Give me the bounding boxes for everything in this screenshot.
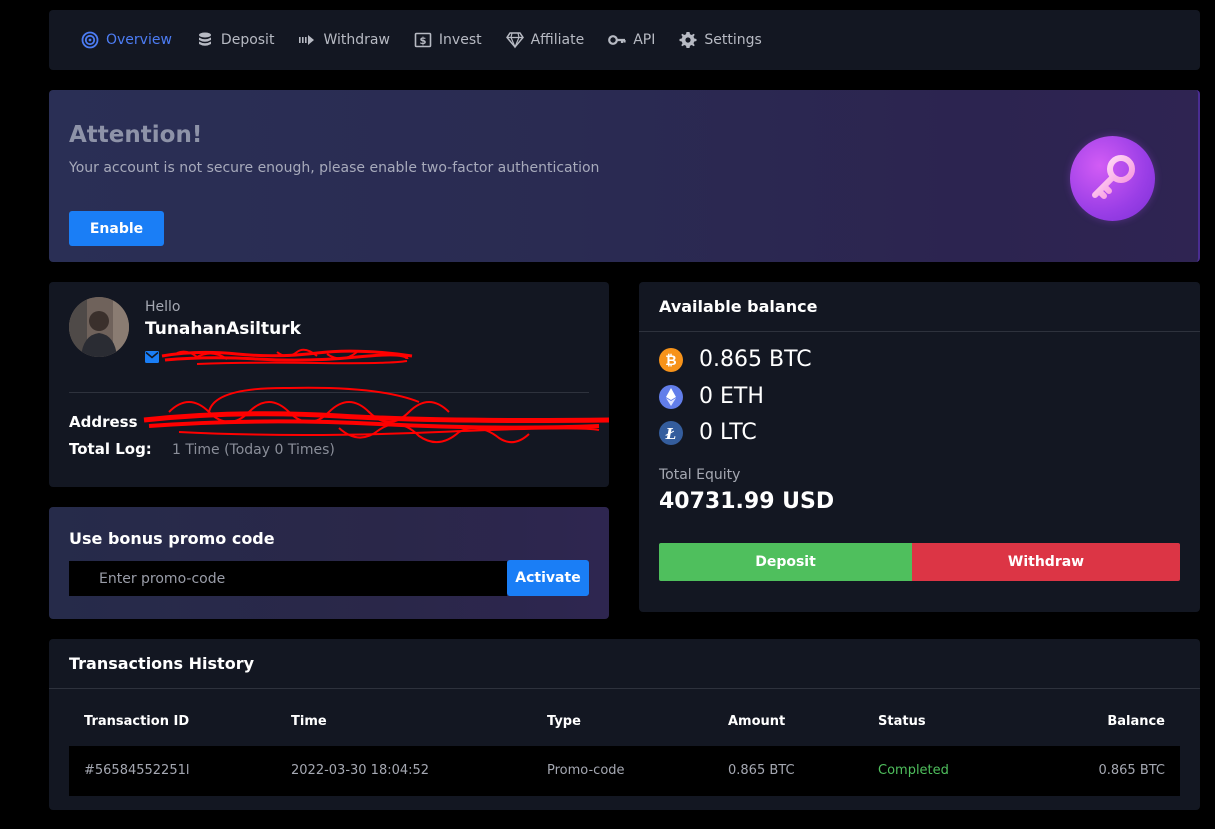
gear-icon (679, 32, 697, 48)
nav-item-withdraw[interactable]: Withdraw (298, 31, 390, 49)
coin-row-btc: ₿ 0.865 BTC (659, 347, 812, 372)
column-header-time: Time (291, 714, 327, 729)
transactions-title: Transactions History (69, 654, 255, 673)
key-icon (1092, 155, 1135, 199)
coin-row-ltc: Ł 0 LTC (659, 420, 757, 445)
nav-item-settings[interactable]: Settings (679, 31, 762, 49)
email-redaction-scribble (161, 348, 413, 365)
nav-item-api[interactable]: API (608, 31, 655, 49)
column-header-status: Status (878, 714, 926, 729)
transaction-amount: 0.865 BTC (728, 763, 795, 778)
nav-label: Settings (704, 32, 762, 48)
dollar-bill-icon: $ (414, 32, 432, 48)
nav-label: Withdraw (323, 32, 390, 48)
deposit-button[interactable]: Deposit (659, 543, 912, 581)
greeting: Hello (145, 299, 181, 315)
avatar (69, 297, 129, 357)
withdraw-button[interactable]: Withdraw (912, 543, 1180, 581)
eth-balance: 0 ETH (699, 384, 764, 409)
balance-card: Available balance ₿ 0.865 BTC 0 ETH Ł 0 … (639, 282, 1200, 612)
alert-title: Attention! (69, 122, 203, 148)
activate-button[interactable]: Activate (507, 560, 589, 596)
balance-title: Available balance (659, 297, 818, 316)
nav-item-deposit[interactable]: Deposit (196, 31, 275, 49)
column-header-type: Type (547, 714, 581, 729)
ethereum-icon (659, 384, 683, 409)
mail-icon (145, 351, 159, 363)
nav-label: Deposit (220, 32, 275, 48)
total-equity-value: 40731.99 USD (659, 489, 835, 514)
nav-label: API (633, 32, 656, 48)
coin-row-eth: 0 ETH (659, 384, 764, 409)
username: TunahanAsilturk (145, 319, 301, 339)
promo-title: Use bonus promo code (69, 529, 275, 548)
promo-code-input[interactable] (69, 561, 507, 596)
ltc-balance: 0 LTC (699, 420, 757, 445)
column-header-amount: Amount (728, 714, 786, 729)
transaction-balance: 0.865 BTC (1098, 763, 1165, 778)
nav-label: Invest (438, 32, 482, 48)
promo-card: Use bonus promo code Activate (49, 507, 609, 619)
target-icon (81, 31, 99, 49)
enable-2fa-button[interactable]: Enable (69, 211, 164, 246)
key-badge (1070, 136, 1155, 221)
transaction-type: Promo-code (547, 763, 625, 778)
security-alert-banner: Attention! Your account is not secure en… (49, 90, 1200, 262)
svg-text:₿: ₿ (665, 353, 676, 369)
avatar-photo (69, 297, 129, 357)
divider (49, 688, 1200, 689)
nav-item-invest[interactable]: $ Invest (414, 31, 482, 49)
nav-label: Affiliate (530, 32, 585, 48)
diamond-icon (505, 32, 524, 49)
divider (639, 331, 1200, 332)
top-nav: Overview Deposit Withdraw $ Invest Affil… (49, 10, 1200, 70)
total-log-value: 1 Time (Today 0 Times) (172, 442, 335, 458)
total-equity-label: Total Equity (659, 467, 741, 483)
column-header-transaction-id: Transaction ID (84, 714, 190, 729)
transaction-time: 2022-03-30 18:04:52 (291, 763, 430, 778)
transactions-card: Transactions History Transaction ID Time… (49, 639, 1200, 810)
btc-balance: 0.865 BTC (699, 347, 812, 372)
alert-message: Your account is not secure enough, pleas… (69, 160, 600, 176)
transaction-status: Completed (878, 763, 949, 778)
litecoin-icon: Ł (659, 420, 683, 445)
profile-card: Hello TunahanAsilturk Address Total Log:… (49, 282, 609, 487)
divider (69, 392, 589, 393)
bitcoin-icon: ₿ (659, 347, 683, 372)
transaction-id: #56584552251l (84, 763, 190, 778)
address-label: Address (69, 413, 138, 431)
nav-item-overview[interactable]: Overview (81, 31, 172, 49)
column-header-balance: Balance (1107, 714, 1165, 729)
nav-item-affiliate[interactable]: Affiliate (505, 31, 585, 49)
nav-label: Overview (106, 32, 172, 48)
svg-text:Ł: Ł (665, 425, 677, 443)
database-icon (198, 32, 211, 46)
svg-text:$: $ (419, 36, 426, 47)
key-icon (608, 35, 626, 45)
withdraw-arrow-icon (299, 35, 315, 45)
total-log-label: Total Log: (69, 440, 152, 458)
